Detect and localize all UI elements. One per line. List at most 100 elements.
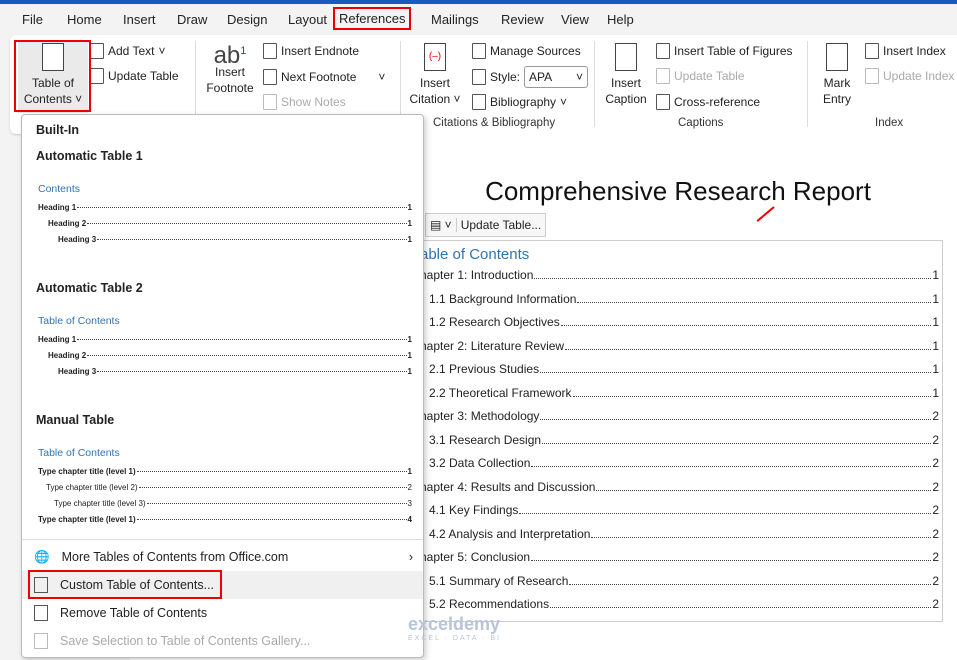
style-control: Style: APA ˅ <box>472 66 589 88</box>
toc-entry-text: hapter 5: Conclusion <box>420 550 531 564</box>
preview-page: 2 <box>407 482 412 492</box>
toc-entry[interactable]: 1.2 Research Objectives 1 <box>420 313 939 329</box>
tab-view[interactable]: View <box>561 12 589 27</box>
label: Insert Footnote <box>206 65 254 95</box>
toc-entry[interactable]: 2.1 Previous Studies 1 <box>420 360 939 376</box>
insert-citation-button[interactable]: (–) Insert Citation ˅ <box>405 43 465 107</box>
preview-heading: Contents <box>38 183 81 195</box>
toc-entry[interactable]: hapter 3: Methodology 2 <box>420 407 939 423</box>
toc-entry[interactable]: 3.1 Research Design 2 <box>420 431 939 447</box>
leader-dots <box>136 518 407 520</box>
toc-options-button[interactable]: ▤ ˅ <box>426 218 456 232</box>
toc-entry-text: hapter 1: Introduction <box>420 268 534 282</box>
menu-tabs: File Home Insert Draw Design Layout References… <box>0 4 957 34</box>
watermark-logo: exceldemy EXCEL · DATA · BI <box>408 614 501 642</box>
toc-entry-text: hapter 2: Literature Review <box>420 338 565 353</box>
toc-entry-page: 1 <box>932 268 939 282</box>
toc-entry[interactable]: 1.1 Background Information 1 <box>420 290 939 306</box>
tab-review[interactable]: Review <box>501 12 544 27</box>
tab-file[interactable]: File <box>22 12 43 27</box>
update-table-captions-button[interactable]: Update Table <box>656 68 745 84</box>
label: Insert Table of Figures <box>674 44 793 58</box>
update-index-icon <box>865 68 879 84</box>
toc-entry[interactable]: hapter 1: Introduction 1 <box>420 266 939 282</box>
label: More Tables of Contents from Office.com <box>61 550 289 564</box>
leader-dots <box>77 206 407 208</box>
leader-dots <box>540 419 932 420</box>
update-index-button[interactable]: Update Index <box>865 68 954 84</box>
preview-row: Type chapter title (level 1) 1 <box>38 463 412 479</box>
footnote-icon: ab1 <box>213 42 247 69</box>
style-value: APA <box>529 70 553 84</box>
preview-page: 1 <box>407 334 412 344</box>
tab-draw[interactable]: Draw <box>177 12 207 27</box>
group-label: Index <box>875 117 904 129</box>
toc-entry[interactable]: hapter 5: Conclusion 2 <box>420 548 939 564</box>
highlight-box <box>28 570 222 599</box>
insert-index-button[interactable]: Insert Index <box>865 43 946 59</box>
leader-dots <box>565 348 932 350</box>
bibliography-icon <box>472 94 486 110</box>
tab-mailings[interactable]: Mailings <box>431 12 479 27</box>
toc-entry-text: 2.1 Previous Studies <box>429 362 540 376</box>
save-selection-menu-item: Save Selection to Table of Contents Gall… <box>22 627 423 655</box>
tab-layout[interactable]: Layout <box>288 12 327 27</box>
preview-row: Type chapter title (level 3) 3 <box>38 495 412 511</box>
insert-caption-button[interactable]: Insert Caption <box>600 43 652 107</box>
preview-page: 3 <box>407 498 412 508</box>
label: Insert Endnote <box>281 44 360 58</box>
remove-toc-menu-item[interactable]: Remove Table of Contents <box>22 599 423 627</box>
toc-entry-text: 1.2 Research Objectives <box>429 315 560 329</box>
insert-endnote-button[interactable]: Insert Endnote <box>263 43 359 59</box>
mark-entry-button[interactable]: Mark Entry <box>813 43 861 107</box>
bibliography-button[interactable]: Bibliography ˅ <box>472 94 567 110</box>
toc-entry[interactable]: hapter 2: Literature Review 1 <box>420 337 939 353</box>
label: Cross-reference <box>674 95 761 109</box>
toc-entry[interactable]: hapter 4: Results and Discussion 2 <box>420 478 939 494</box>
mark-entry-icon <box>826 43 848 71</box>
leader-dots <box>572 395 932 397</box>
leader-dots <box>577 301 932 303</box>
label: Show Notes <box>281 95 346 109</box>
next-footnote-button[interactable]: Next Footnote ˅ <box>263 69 385 85</box>
style-select[interactable]: APA ˅ <box>524 66 589 88</box>
toc-entry[interactable]: 5.2 Recommendations 2 <box>420 595 939 611</box>
tab-design[interactable]: Design <box>227 12 267 27</box>
tab-help[interactable]: Help <box>607 12 634 27</box>
tab-references[interactable]: References <box>333 7 412 30</box>
save-gallery-icon <box>34 633 48 649</box>
toc-entry-page: 1 <box>932 291 939 306</box>
label: Next Footnote <box>281 70 357 84</box>
leader-dots <box>87 222 407 224</box>
toc-entry-text: hapter 4: Results and Discussion <box>420 479 596 494</box>
preview-text: Heading 3 <box>58 234 97 244</box>
update-table-toolbar-button[interactable]: Update Table... <box>455 218 546 232</box>
tab-home[interactable]: Home <box>67 12 102 27</box>
toc-entry-page: 2 <box>932 573 939 588</box>
gallery-label: Automatic Table 2 <box>36 281 143 295</box>
cross-reference-button[interactable]: Cross-reference <box>656 94 760 110</box>
preview-text: Heading 3 <box>58 366 97 376</box>
toc-entry-text: 1.1 Background Information <box>429 291 577 306</box>
highlight-box <box>14 40 91 112</box>
insert-index-icon <box>865 43 879 59</box>
manage-sources-button[interactable]: Manage Sources <box>472 43 581 59</box>
insert-table-of-figures-button[interactable]: Insert Table of Figures <box>656 43 793 59</box>
show-notes-button[interactable]: Show Notes <box>263 94 346 110</box>
leader-dots <box>569 583 932 585</box>
toc-entry[interactable]: 4.2 Analysis and Interpretation 2 <box>420 525 939 541</box>
add-text-button[interactable]: Add Text ˅ <box>90 43 166 59</box>
gallery-label: Manual Table <box>36 413 115 427</box>
toc-entry[interactable]: 5.1 Summary of Research 2 <box>420 572 939 588</box>
caption-icon <box>615 43 637 71</box>
toc-entry[interactable]: 4.1 Key Findings 2 <box>420 501 939 517</box>
leader-dots <box>97 370 407 372</box>
toc-entry[interactable]: 2.2 Theoretical Framework 1 <box>420 384 939 400</box>
insert-footnote-button[interactable]: ab1 Insert Footnote <box>200 43 260 96</box>
toc-entry[interactable]: 3.2 Data Collection 2 <box>420 454 939 470</box>
update-table-button[interactable]: Update Table <box>90 68 179 84</box>
label: Insert Index <box>883 44 946 58</box>
more-tocs-menu-item[interactable]: 🌐 More Tables of Contents from Office.com… <box>22 543 423 571</box>
tab-insert[interactable]: Insert <box>123 12 156 27</box>
leader-dots <box>146 502 407 504</box>
